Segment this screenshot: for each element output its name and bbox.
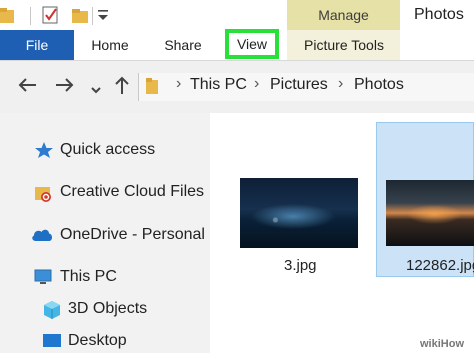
ribbon-tabs: File Home Share View Picture Tools <box>0 29 474 61</box>
file-thumbnail-122862[interactable] <box>386 180 474 246</box>
breadcrumb-pictures[interactable]: Pictures <box>270 76 328 94</box>
tab-share[interactable]: Share <box>150 30 216 60</box>
tab-file[interactable]: File <box>0 30 74 60</box>
nav-item-label: 3D Objects <box>68 300 148 317</box>
title-bar: Manage Photos <box>0 0 474 30</box>
nav-item-label: This PC <box>60 268 117 285</box>
folder-icon <box>146 76 160 101</box>
cube-icon <box>42 300 62 319</box>
nav-item-quick-access[interactable]: Quick access <box>34 141 155 159</box>
chevron-down-icon[interactable] <box>90 78 102 102</box>
breadcrumb-this-pc[interactable]: This PC <box>190 76 247 94</box>
nav-item-onedrive[interactable]: OneDrive - Personal <box>30 226 205 244</box>
nav-item-label: Quick access <box>60 141 156 158</box>
cloud-icon <box>30 226 54 244</box>
cc-folder-icon <box>34 183 54 202</box>
breadcrumb-separator: › <box>176 75 182 92</box>
arrow-left-icon[interactable] <box>16 74 38 102</box>
breadcrumb-separator: › <box>338 75 344 92</box>
arrow-up-icon[interactable] <box>112 74 132 102</box>
address-bar-row: › This PC › Pictures › Photos <box>0 61 474 113</box>
properties-icon[interactable] <box>42 5 60 30</box>
nav-item-3d-objects[interactable]: 3D Objects <box>42 300 148 319</box>
tab-home[interactable]: Home <box>76 30 144 60</box>
breadcrumb-photos[interactable]: Photos <box>354 76 404 94</box>
new-folder-icon[interactable] <box>72 5 90 30</box>
customize-toolbar-icon[interactable] <box>97 7 109 28</box>
window-title: Photos <box>414 6 464 23</box>
file-thumbnail-3[interactable] <box>240 178 358 248</box>
manage-tab[interactable]: Manage <box>287 0 400 30</box>
nav-item-label: Creative Cloud Files <box>60 183 205 200</box>
breadcrumb-separator: › <box>254 75 260 92</box>
wikihow-watermark: wikiHow <box>420 338 465 350</box>
nav-item-desktop[interactable]: Desktop <box>42 332 127 350</box>
folder-icon[interactable] <box>0 5 16 30</box>
file-name-label[interactable]: 122862.jpg <box>406 257 474 274</box>
toolbar-separator <box>30 7 31 25</box>
nav-item-this-pc[interactable]: This PC <box>34 268 117 286</box>
desktop-icon <box>42 332 62 350</box>
arrow-right-icon[interactable] <box>54 74 76 102</box>
tab-picture-tools[interactable]: Picture Tools <box>293 30 395 60</box>
tab-view[interactable]: View <box>225 29 279 59</box>
computer-icon <box>34 268 54 286</box>
nav-item-creative-cloud-files[interactable]: Creative Cloud Files <box>34 183 205 202</box>
file-name-label[interactable]: 3.jpg <box>284 257 317 274</box>
nav-item-label: Desktop <box>68 332 127 349</box>
nav-item-label: OneDrive - Personal <box>60 226 205 243</box>
star-icon <box>34 141 54 159</box>
toolbar-separator <box>92 7 93 25</box>
